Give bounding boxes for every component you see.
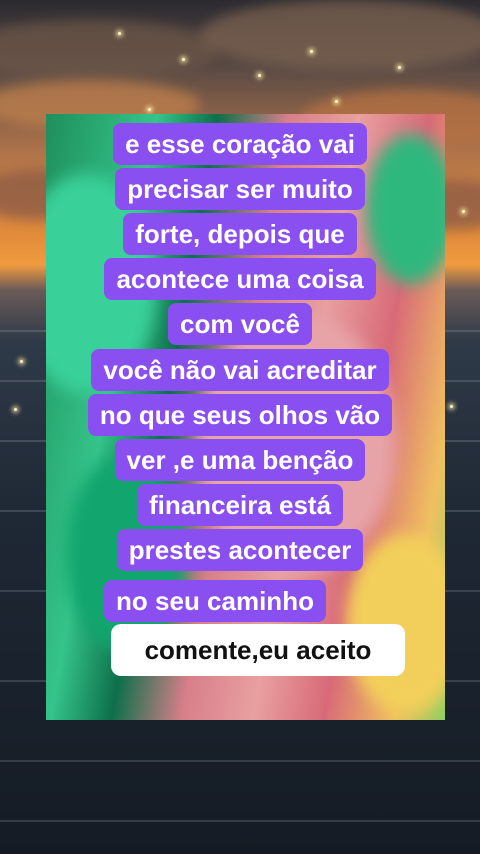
caption-line: financeira está	[136, 484, 344, 526]
caption-line: ver ,e uma benção	[114, 439, 366, 481]
caption-line: você não vai acreditar	[91, 349, 389, 391]
caption-line: no seu caminho	[104, 580, 326, 622]
comment-prompt: comente,eu aceito	[111, 624, 405, 676]
caption-line: forte, depois que	[123, 213, 357, 255]
caption-line: e esse coração vai	[113, 123, 367, 165]
caption-line: prestes acontecer	[116, 529, 364, 571]
caption-line: acontece uma coisa	[104, 258, 376, 300]
caption-line: no que seus olhos vão	[87, 394, 393, 436]
caption-line: com você	[168, 303, 312, 345]
caption-line: precisar ser muito	[115, 168, 365, 210]
